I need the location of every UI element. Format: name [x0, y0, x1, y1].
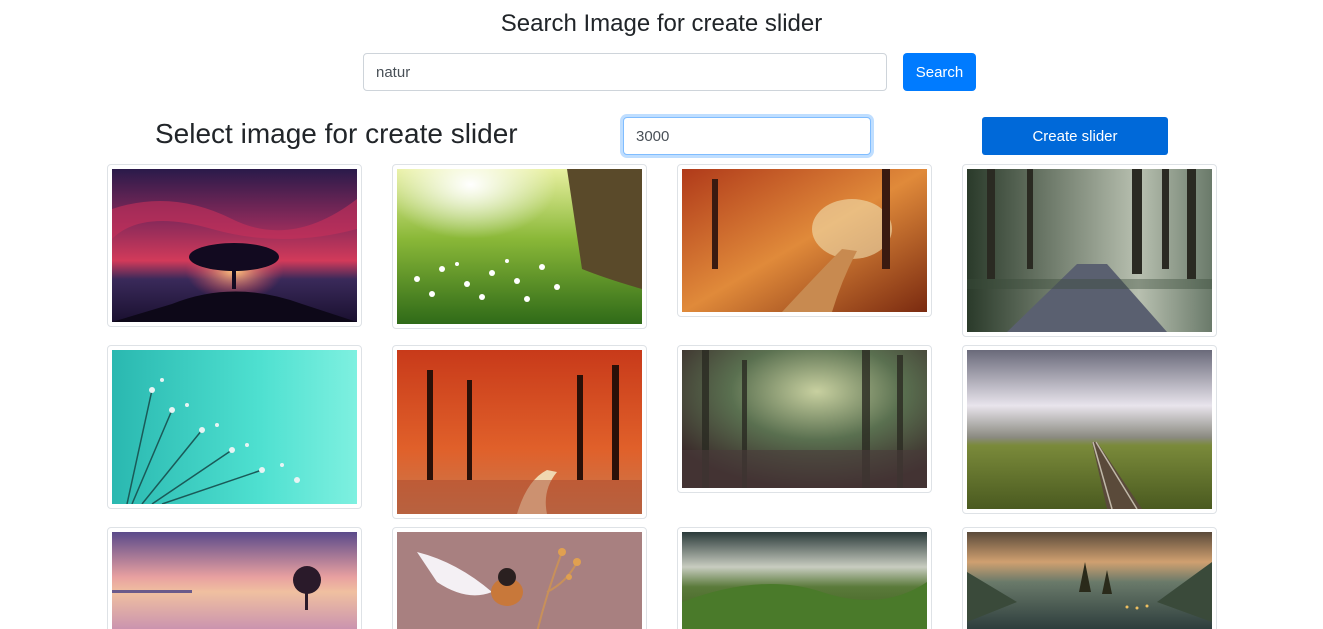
green-valley-picture [682, 532, 927, 629]
image-foggy-forest[interactable] [677, 345, 932, 493]
image-forest-road[interactable] [962, 164, 1217, 337]
foggy-forest-picture [682, 350, 927, 488]
image-lake-tree[interactable] [107, 527, 362, 629]
image-bird-flight[interactable] [392, 527, 647, 629]
select-title: Select image for create slider [155, 118, 518, 149]
bird-flight-picture [397, 532, 642, 629]
railway-field-picture [967, 350, 1212, 509]
page: Search Image for create slider Search Se… [0, 0, 1323, 629]
create-slider-button[interactable]: Create slider [982, 117, 1168, 155]
image-green-valley[interactable] [677, 527, 932, 629]
dandelion-dew-picture [112, 350, 357, 504]
image-red-forest[interactable] [392, 345, 647, 519]
image-railway-field[interactable] [962, 345, 1217, 514]
autumn-path-picture [682, 169, 927, 312]
image-tree-sunset[interactable] [107, 164, 362, 327]
lake-tree-picture [112, 532, 357, 629]
image-autumn-path[interactable] [677, 164, 932, 317]
tree-sunset-picture [112, 169, 357, 322]
duration-input[interactable] [623, 117, 871, 155]
image-mountain-lake[interactable] [962, 527, 1217, 629]
red-forest-picture [397, 350, 642, 514]
search-button[interactable]: Search [903, 53, 976, 91]
search-title: Search Image for create slider [500, 10, 823, 37]
image-daisy-meadow[interactable] [392, 164, 647, 329]
mountain-lake-picture [967, 532, 1212, 629]
forest-road-picture [967, 169, 1212, 332]
search-input[interactable] [363, 53, 887, 91]
daisy-meadow-picture [397, 169, 642, 324]
image-dandelion-dew[interactable] [107, 345, 362, 509]
